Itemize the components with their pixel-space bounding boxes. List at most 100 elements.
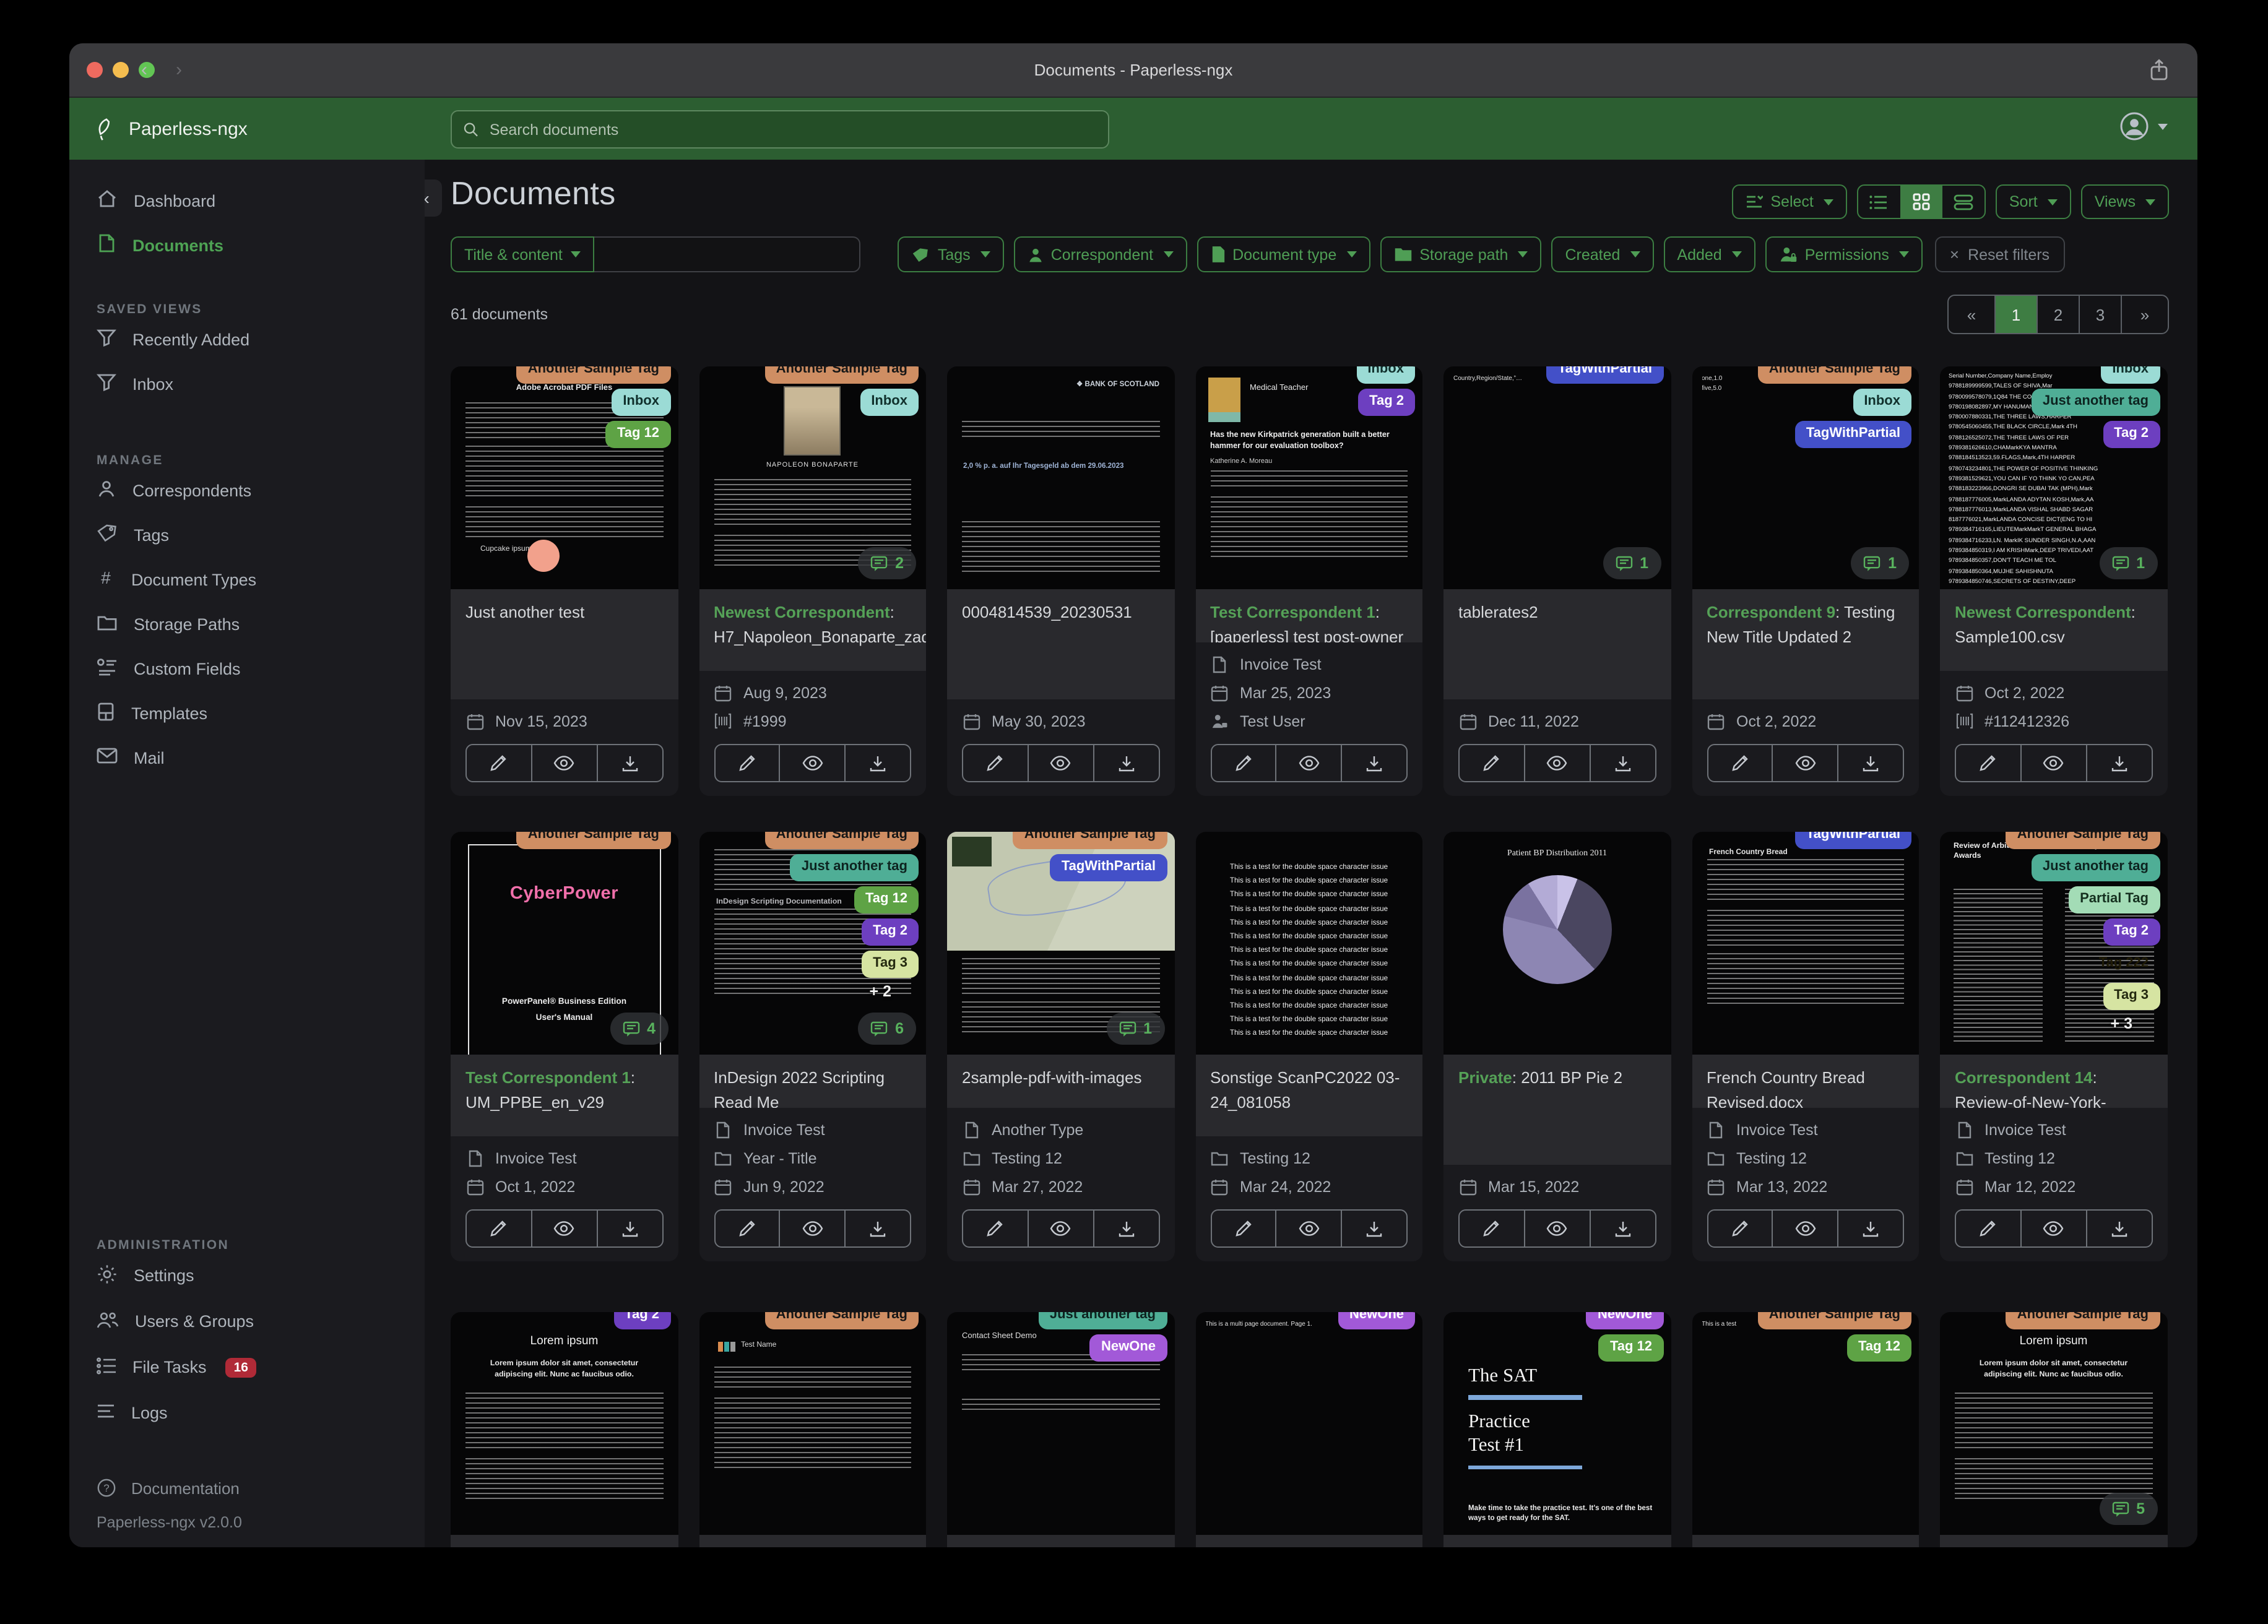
document-title[interactable]: Newest Correspondent: Sample100.csv	[1940, 589, 2167, 671]
document-card[interactable]: Another Sample Tag TagWithPartial 1 2sample…	[947, 832, 1174, 1261]
share-icon[interactable]	[2148, 58, 2170, 82]
preview-button[interactable]	[1027, 1211, 1093, 1246]
search-bar[interactable]	[451, 110, 1109, 149]
document-thumbnail[interactable]: This is a test Another Sample Tag Tag 12	[1692, 1312, 1919, 1535]
sidebar-item-mail[interactable]: Mail	[69, 735, 425, 780]
pagination-page-1[interactable]: 1	[1994, 296, 2036, 333]
document-title[interactable]: Correspondent 14: Review-of-New-York-Fed…	[1940, 1055, 2167, 1108]
download-button[interactable]	[596, 745, 662, 781]
document-correspondent[interactable]: Test Correspondent 1	[465, 1068, 631, 1087]
sidebar-item-custom-fields[interactable]: Custom Fields	[69, 646, 425, 691]
document-title[interactable]: Sonstige ScanPC2022 03-24_081058	[1195, 1055, 1422, 1136]
document-correspondent[interactable]: Correspondent 9	[1707, 603, 1835, 621]
detail-view-button[interactable]	[1942, 186, 1984, 218]
preview-button[interactable]	[1772, 1211, 1838, 1246]
document-thumbnail[interactable]: Another Sample Tag TagWithPartial 1	[947, 832, 1174, 1055]
sort-button[interactable]: Sort	[1995, 184, 2071, 219]
edit-button[interactable]	[1708, 1211, 1772, 1246]
download-button[interactable]	[1093, 1211, 1158, 1246]
document-title[interactable]: 0004814539_20230531	[947, 589, 1174, 699]
title-content-dropdown[interactable]: Title & content	[451, 236, 595, 272]
tag-pill[interactable]: Tag 2	[2103, 420, 2160, 448]
tag-pill[interactable]: Another Sample Tag	[516, 366, 670, 384]
preview-button[interactable]	[1772, 745, 1838, 781]
document-title[interactable]	[451, 1535, 678, 1547]
document-type-filter-button[interactable]: Document type	[1197, 236, 1370, 272]
tag-pill[interactable]: Tag 3	[862, 950, 919, 978]
download-button[interactable]	[1093, 745, 1158, 781]
grid-view-button[interactable]	[1900, 186, 1942, 218]
tag-pill[interactable]: Tag 2	[862, 918, 919, 946]
collapse-sidebar-button[interactable]: «	[425, 179, 442, 217]
document-thumbnail[interactable]: CyberPower PowerPanel® Business Edition Us…	[451, 832, 678, 1055]
document-title[interactable]	[1443, 1535, 1671, 1547]
document-card[interactable]: Review of Arbitral Awards and Certainty …	[1940, 832, 2167, 1261]
document-thumbnail[interactable]: Serial Number,Company Name,Employ 9788189…	[1940, 366, 2167, 589]
document-thumbnail[interactable]: This is a test for the double space char…	[1195, 832, 1422, 1055]
document-title[interactable]	[1195, 1535, 1422, 1547]
document-thumbnail[interactable]: Lorem ipsum Lorem ipsum dolor sit amet, c…	[451, 1312, 678, 1535]
document-card[interactable]: CyberPower PowerPanel® Business Edition Us…	[451, 832, 678, 1261]
pagination-next[interactable]: »	[2121, 296, 2168, 333]
app-brand[interactable]: Paperless-ngx	[94, 117, 248, 140]
download-button[interactable]	[1341, 745, 1406, 781]
edit-button[interactable]	[963, 1211, 1028, 1246]
document-correspondent[interactable]: Newest Correspondent	[714, 603, 890, 621]
edit-button[interactable]	[1708, 745, 1772, 781]
preview-button[interactable]	[1275, 745, 1341, 781]
document-thumbnail[interactable]: NAPOLEON BONAPARTE Another Sample Tag Inbo…	[699, 366, 926, 589]
preview-button[interactable]	[530, 1211, 597, 1246]
document-card[interactable]: Medical Teacher Has the new Kirkpatrick g…	[1195, 366, 1422, 796]
edit-button[interactable]	[1956, 745, 2020, 781]
tag-pill[interactable]: TagWithPartial	[1546, 366, 1663, 384]
tag-pill[interactable]: Tag 12	[605, 420, 670, 448]
edit-button[interactable]	[467, 745, 531, 781]
preview-button[interactable]	[1523, 1211, 1590, 1246]
sidebar-item-tags[interactable]: Tags	[69, 512, 425, 557]
document-card[interactable]: Country,Region/State,”… TagWithPartial 1 ta…	[1443, 366, 1671, 796]
preview-button[interactable]	[1523, 745, 1590, 781]
user-menu[interactable]	[2119, 111, 2168, 141]
document-title[interactable]: Test Correspondent 1: [paperless] test p…	[1195, 589, 1422, 642]
views-button[interactable]: Views	[2080, 184, 2169, 219]
download-button[interactable]	[1341, 1211, 1406, 1246]
document-thumbnail[interactable]: Adobe Acrobat PDF Files Cupcake ipsum Anot…	[451, 366, 678, 589]
tag-pill[interactable]: Another Sample Tag	[1013, 832, 1167, 849]
tag-pill[interactable]: Tag 3	[2103, 982, 2160, 1010]
added-filter-button[interactable]: Added	[1663, 236, 1755, 272]
pagination-page-2[interactable]: 2	[2036, 296, 2079, 333]
document-correspondent[interactable]: Correspondent 14	[1955, 1068, 2093, 1087]
edit-button[interactable]	[467, 1211, 531, 1246]
preview-button[interactable]	[2020, 1211, 2086, 1246]
edit-button[interactable]	[1460, 745, 1524, 781]
correspondent-filter-button[interactable]: Correspondent	[1013, 236, 1187, 272]
sidebar-item-documentation[interactable]: ? Documentation	[69, 1472, 425, 1504]
tag-pill[interactable]: Inbox	[612, 388, 670, 416]
sidebar-item-documents[interactable]: Documents	[69, 223, 425, 267]
sidebar-item-correspondents[interactable]: Correspondents	[69, 468, 425, 512]
document-thumbnail[interactable]: French Country Bread TagWithPartial	[1692, 832, 1919, 1055]
sidebar-item-templates[interactable]: Templates	[69, 691, 425, 735]
tag-pill[interactable]: NewOne	[1586, 1312, 1663, 1329]
back-button[interactable]: ‹	[141, 43, 147, 97]
storage-path-filter-button[interactable]: Storage path	[1380, 236, 1542, 272]
sidebar-item-dashboard[interactable]: Dashboard	[69, 178, 425, 223]
sidebar-item-users-groups[interactable]: Users & Groups	[69, 1298, 425, 1344]
document-card[interactable]: Patient BP Distribution 2011 Private: 201…	[1443, 832, 1671, 1261]
document-title[interactable]: Newest Correspondent: H7_Napoleon_Bonapa…	[699, 589, 926, 671]
preview-button[interactable]	[1027, 745, 1093, 781]
document-thumbnail[interactable]: Patient BP Distribution 2011	[1443, 832, 1671, 1055]
document-title[interactable]: tablerates2	[1443, 589, 1671, 699]
document-thumbnail[interactable]: Country,Region/State,”… TagWithPartial 1	[1443, 366, 1671, 589]
document-thumbnail[interactable]: Lorem ipsum Lorem ipsum dolor sit amet, c…	[1940, 1312, 2167, 1535]
document-title[interactable]	[947, 1535, 1174, 1547]
tag-pill[interactable]: Tag 222	[2088, 951, 2160, 978]
download-button[interactable]	[596, 1211, 662, 1246]
document-thumbnail[interactable]: one,1.0 five,5.0 Another Sample Tag Inbox Ta…	[1692, 366, 1919, 589]
document-thumbnail[interactable]: This is a multi page document. Page 1. Ne…	[1195, 1312, 1422, 1535]
document-thumbnail[interactable]: Medical Teacher Has the new Kirkpatrick g…	[1195, 366, 1422, 589]
edit-button[interactable]	[715, 745, 779, 781]
document-title[interactable]	[1692, 1535, 1919, 1547]
download-button[interactable]	[844, 745, 910, 781]
tag-pill[interactable]: TagWithPartial	[1794, 420, 1911, 448]
